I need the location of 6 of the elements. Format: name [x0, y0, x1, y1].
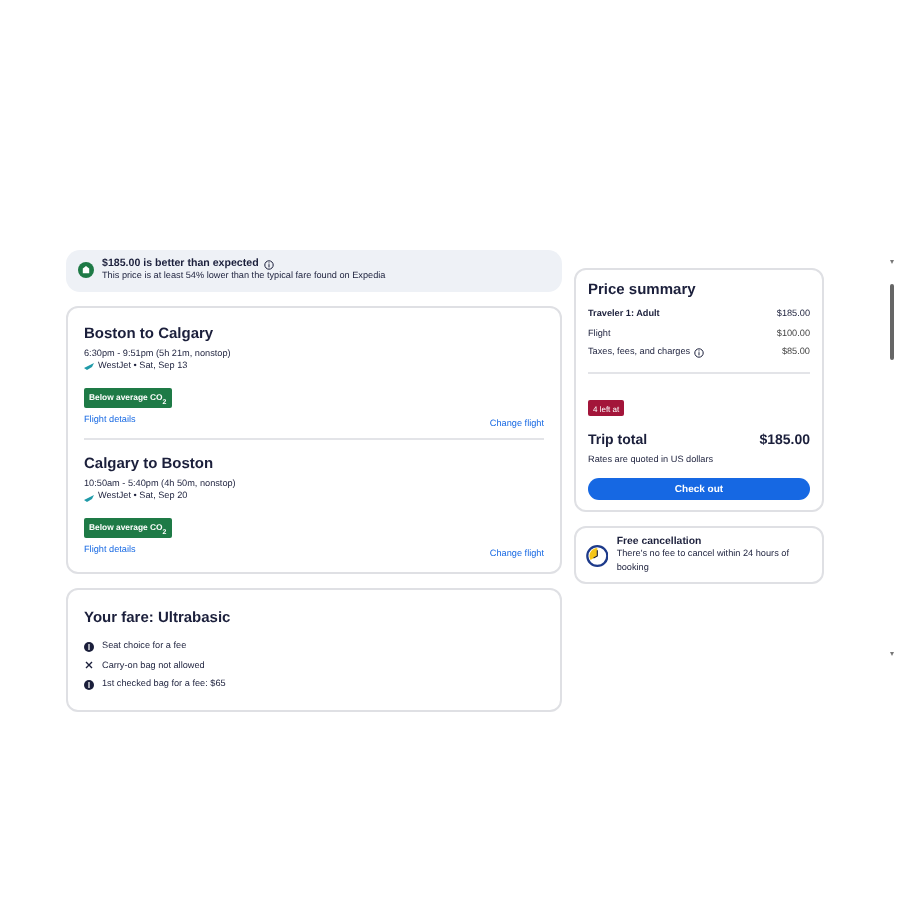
info-icon	[264, 259, 275, 269]
clock-icon	[586, 543, 609, 567]
info-icon	[694, 347, 705, 358]
airplane-icon	[84, 493, 94, 502]
cross-icon	[84, 660, 94, 671]
airplane-icon	[84, 362, 94, 371]
